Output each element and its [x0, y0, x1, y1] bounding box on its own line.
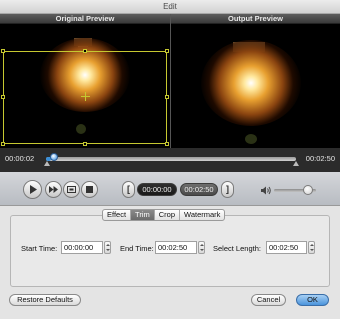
playhead-handle[interactable] — [50, 153, 58, 161]
trim-start-marker[interactable] — [44, 161, 50, 166]
start-time-stepper[interactable] — [104, 241, 111, 254]
snapshot-icon — [67, 186, 76, 193]
video-area: Original Preview Output Preview — [0, 14, 340, 148]
set-start-button[interactable]: [ — [122, 181, 135, 198]
output-preview-label: Output Preview — [171, 14, 340, 24]
snapshot-button[interactable] — [63, 181, 80, 198]
window-title: Edit — [0, 0, 340, 14]
volume-icon — [261, 186, 271, 195]
lens-flare — [245, 134, 257, 144]
volume-knob[interactable] — [303, 185, 313, 195]
crop-center-icon-v — [85, 92, 86, 101]
crop-handle-top-right[interactable] — [165, 49, 169, 53]
crop-handle-left[interactable] — [1, 95, 5, 99]
fast-forward-icon — [49, 186, 58, 193]
trim-end-marker[interactable] — [293, 161, 299, 166]
end-time-stepper[interactable] — [198, 241, 205, 254]
stop-button[interactable] — [81, 181, 98, 198]
edit-panel: Effect Trim Crop Watermark Start Time: 0… — [0, 206, 340, 319]
timeline-track[interactable] — [46, 157, 296, 161]
play-icon — [29, 185, 37, 194]
select-length-field[interactable]: 00:02:50 — [266, 241, 307, 254]
original-preview-label: Original Preview — [0, 14, 170, 24]
tab-bar: Effect Trim Crop Watermark — [102, 209, 226, 221]
select-length-stepper[interactable] — [308, 241, 315, 254]
play-button[interactable] — [23, 180, 42, 199]
crop-handle-top-left[interactable] — [1, 49, 5, 53]
restore-defaults-button[interactable]: Restore Defaults — [9, 294, 81, 306]
output-preview — [171, 24, 340, 148]
trim-start-display: 00:00:00 — [137, 183, 177, 196]
tab-watermark[interactable]: Watermark — [180, 210, 224, 220]
player-controls: [ 00:00:00 00:02:50 ] — [0, 172, 340, 206]
ok-button[interactable]: OK — [296, 294, 329, 306]
set-end-button[interactable]: ] — [221, 181, 234, 198]
crop-handle-top[interactable] — [83, 49, 87, 53]
start-time-field[interactable]: 00:00:00 — [61, 241, 103, 254]
tab-effect[interactable]: Effect — [103, 210, 132, 220]
select-length-label: Select Length: — [213, 244, 261, 253]
end-time-field[interactable]: 00:02:50 — [155, 241, 197, 254]
crop-handle-right[interactable] — [165, 95, 169, 99]
light-glow — [201, 40, 301, 126]
end-time-label: End Time: — [120, 244, 154, 253]
tab-crop[interactable]: Crop — [155, 210, 181, 220]
tab-trim[interactable]: Trim — [131, 210, 155, 220]
crop-handle-bottom-left[interactable] — [1, 142, 5, 146]
start-time-label: Start Time: — [21, 244, 58, 253]
original-preview — [0, 24, 170, 148]
fast-forward-button[interactable] — [45, 181, 62, 198]
total-time: 00:02:50 — [305, 154, 335, 163]
crop-handle-bottom[interactable] — [83, 142, 87, 146]
trim-end-display: 00:02:50 — [180, 183, 218, 196]
crop-handle-bottom-right[interactable] — [165, 142, 169, 146]
cancel-button[interactable]: Cancel — [251, 294, 286, 306]
stop-icon — [86, 186, 93, 193]
timeline: 00:00:02 00:02:50 — [0, 148, 340, 172]
current-time: 00:00:02 — [5, 154, 35, 163]
